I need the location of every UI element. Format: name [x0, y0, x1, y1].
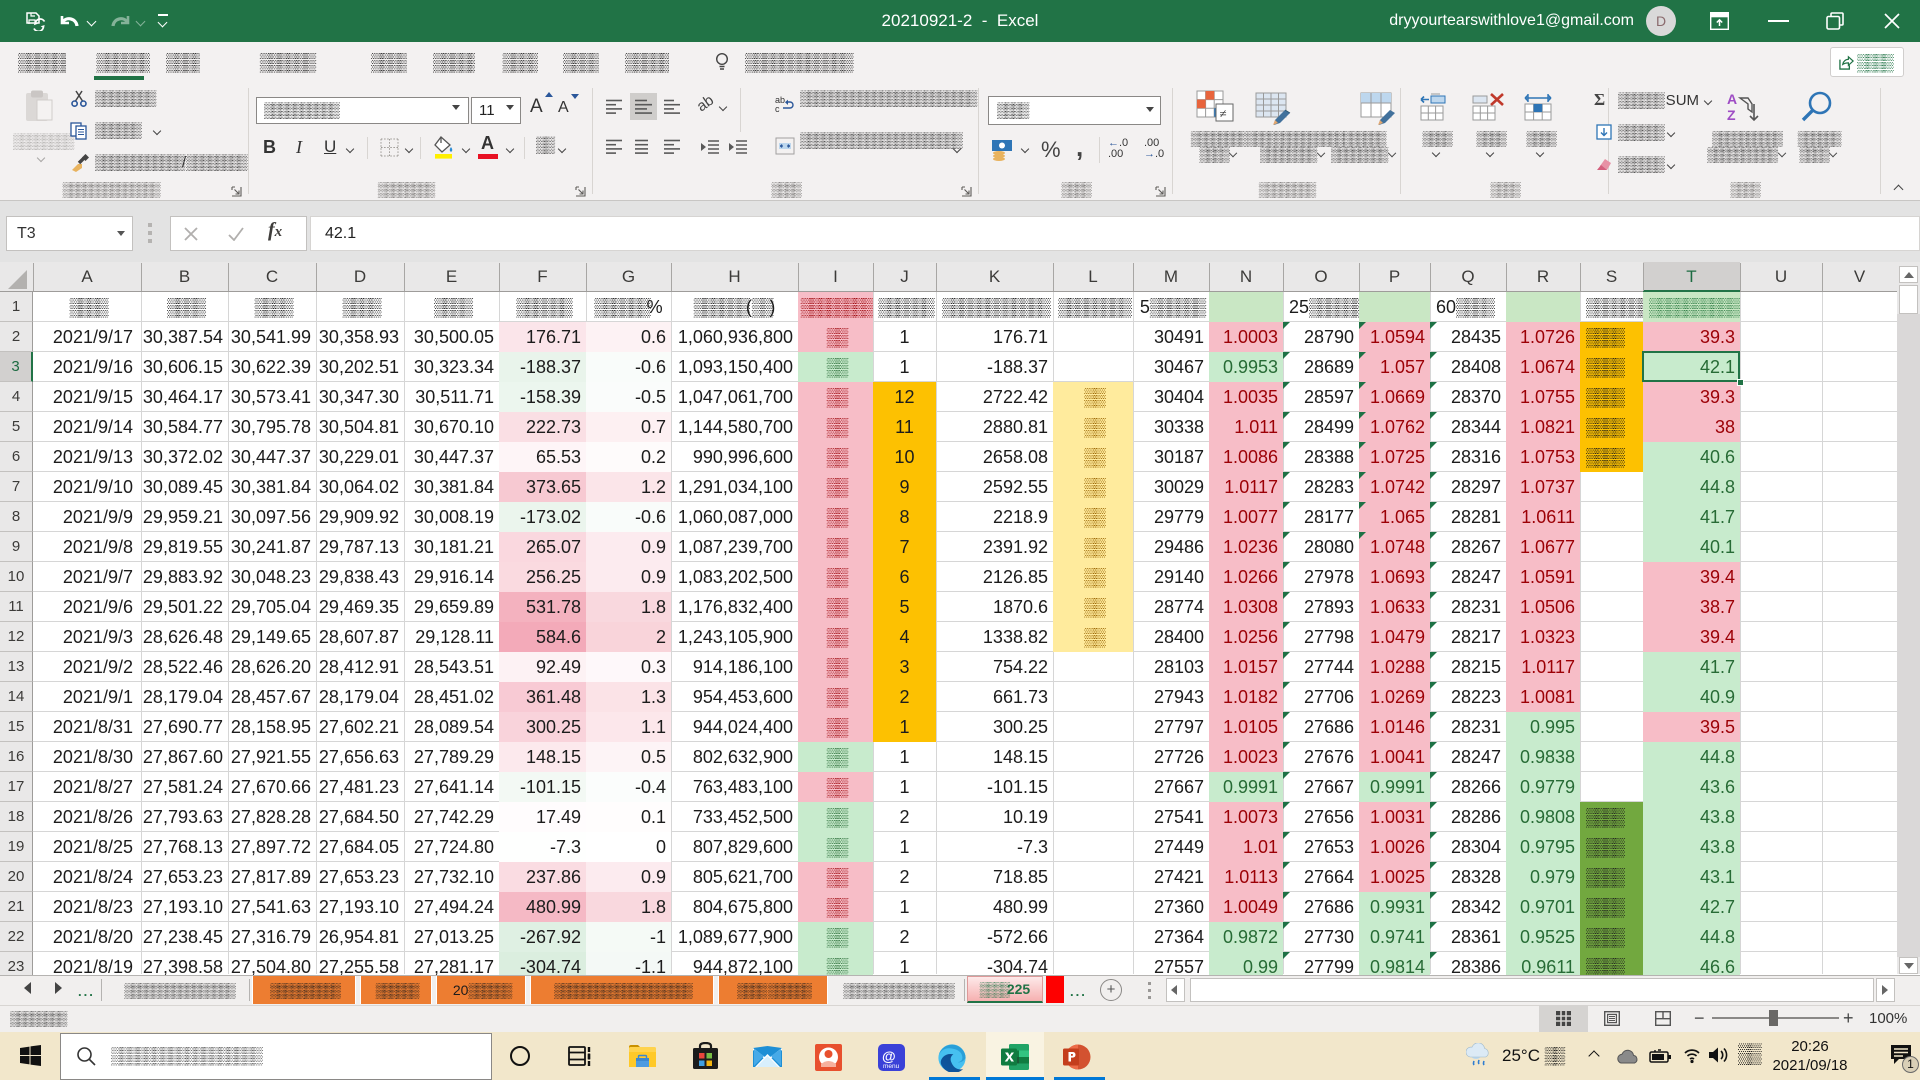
svg-text:Z: Z: [1727, 107, 1736, 123]
svg-text:A: A: [1727, 91, 1737, 107]
svg-text:c: c: [775, 104, 780, 113]
svg-text:menu: menu: [883, 1063, 900, 1070]
svg-text:≠: ≠: [1220, 106, 1227, 121]
svg-text:@: @: [882, 1048, 896, 1064]
